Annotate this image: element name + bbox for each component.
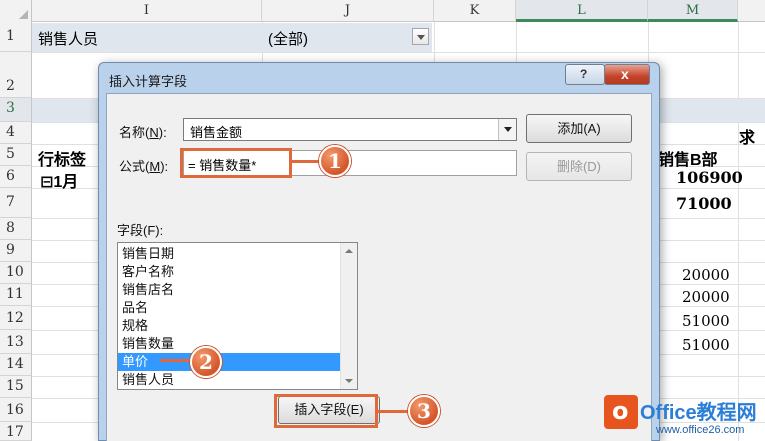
- list-item[interactable]: 客户名称: [118, 263, 342, 281]
- callout-line-1: [292, 160, 320, 163]
- row-header-8[interactable]: 8: [0, 218, 32, 240]
- row-header-4[interactable]: 4: [0, 122, 32, 144]
- column-header-j[interactable]: J: [262, 0, 434, 22]
- row-header-10[interactable]: 10: [0, 262, 32, 284]
- list-item[interactable]: 销售店名: [118, 281, 342, 299]
- row-header-7[interactable]: 7: [0, 188, 32, 218]
- column-header-m[interactable]: M: [648, 0, 738, 22]
- cell-sales-person-label[interactable]: 销售人员: [38, 28, 98, 49]
- cell-r12-value[interactable]: 51000: [682, 312, 730, 330]
- cell-sales-person-value[interactable]: (全部): [268, 28, 308, 49]
- list-item[interactable]: 销售日期: [118, 245, 342, 263]
- column-header-k[interactable]: K: [434, 0, 516, 22]
- callout-line-3: [378, 410, 410, 413]
- list-item[interactable]: 品名: [118, 299, 342, 317]
- row-header-14[interactable]: 14: [0, 354, 32, 376]
- name-combobox[interactable]: 销售金额: [183, 118, 517, 141]
- list-item[interactable]: 规格: [118, 317, 342, 335]
- help-icon: ?: [580, 67, 588, 81]
- cell-month-jan[interactable]: ⊟1月: [40, 168, 78, 192]
- column-header-row: I J K L M: [0, 0, 765, 22]
- insert-field-highlight-box: [274, 394, 378, 428]
- help-button[interactable]: ?: [565, 64, 605, 85]
- row-header-5[interactable]: 5: [0, 144, 32, 166]
- step-badge-3: 3: [408, 395, 440, 427]
- cell-jan-total[interactable]: 106900: [676, 168, 743, 187]
- list-scrollbar[interactable]: [340, 243, 357, 389]
- row-header-9[interactable]: 9: [0, 240, 32, 262]
- close-button[interactable]: x: [604, 64, 650, 85]
- row-header-1[interactable]: 1: [0, 22, 32, 52]
- list-item-selected[interactable]: 单价: [118, 353, 342, 371]
- list-item[interactable]: 销售数量: [118, 335, 342, 353]
- cell-r7-value[interactable]: 71000: [676, 194, 732, 213]
- cell-sales-b-header[interactable]: 销售B部: [658, 146, 718, 170]
- report-filter-dropdown[interactable]: [412, 28, 429, 45]
- name-value: 销售金额: [190, 125, 243, 140]
- column-header-l[interactable]: L: [516, 0, 648, 22]
- step-badge-1: 1: [319, 145, 351, 177]
- delete-button[interactable]: 删除(D): [526, 152, 632, 181]
- scroll-up-icon[interactable]: [345, 249, 353, 253]
- cell-r11-value[interactable]: 20000: [682, 288, 730, 306]
- fields-label: 字段(F):: [117, 223, 164, 238]
- row-header-3[interactable]: 3: [0, 98, 32, 122]
- dialog-title: 插入计算字段: [109, 74, 188, 89]
- row-header-13[interactable]: 13: [0, 330, 32, 354]
- chevron-down-icon[interactable]: [498, 119, 516, 140]
- cell-sum-header[interactable]: 求: [739, 124, 755, 148]
- row-header-2[interactable]: 2: [0, 52, 32, 98]
- formula-highlight-box: [180, 148, 292, 178]
- list-item[interactable]: 销售人员: [118, 371, 342, 389]
- row-header-11[interactable]: 11: [0, 284, 32, 306]
- column-header-i[interactable]: I: [32, 0, 262, 22]
- cell-r13-value[interactable]: 51000: [682, 336, 730, 354]
- watermark-title: Office教程网: [640, 402, 757, 424]
- cell-row-labels[interactable]: 行标签: [38, 146, 86, 170]
- insert-calculated-field-dialog: 插入计算字段 ? x 名称(N): 销售金额 添加(A) 公式(M): = 销售…: [98, 62, 660, 441]
- cell-r10-value[interactable]: 20000: [682, 266, 730, 284]
- add-button[interactable]: 添加(A): [526, 114, 632, 143]
- callout-line-2: [160, 359, 194, 362]
- fields-listbox[interactable]: 销售日期 客户名称 销售店名 品名 规格 销售数量 单价 销售人员: [117, 242, 358, 390]
- office-logo-icon: o: [604, 395, 638, 429]
- select-all-corner[interactable]: [0, 0, 32, 22]
- row-header-17[interactable]: 17: [0, 422, 32, 441]
- scroll-down-icon[interactable]: [345, 379, 353, 383]
- row-header-16[interactable]: 16: [0, 398, 32, 422]
- step-badge-2: 2: [190, 346, 222, 378]
- close-icon: x: [621, 66, 629, 82]
- row-header-15[interactable]: 15: [0, 376, 32, 398]
- row-header-12[interactable]: 12: [0, 306, 32, 330]
- watermark-url: www.office26.com: [656, 424, 745, 436]
- dialog-body: 名称(N): 销售金额 添加(A) 公式(M): = 销售数量* 删除(D) 字…: [106, 93, 652, 441]
- name-label: 名称(N):: [119, 125, 167, 140]
- formula-label: 公式(M):: [119, 159, 169, 174]
- row-header-6[interactable]: 6: [0, 166, 32, 188]
